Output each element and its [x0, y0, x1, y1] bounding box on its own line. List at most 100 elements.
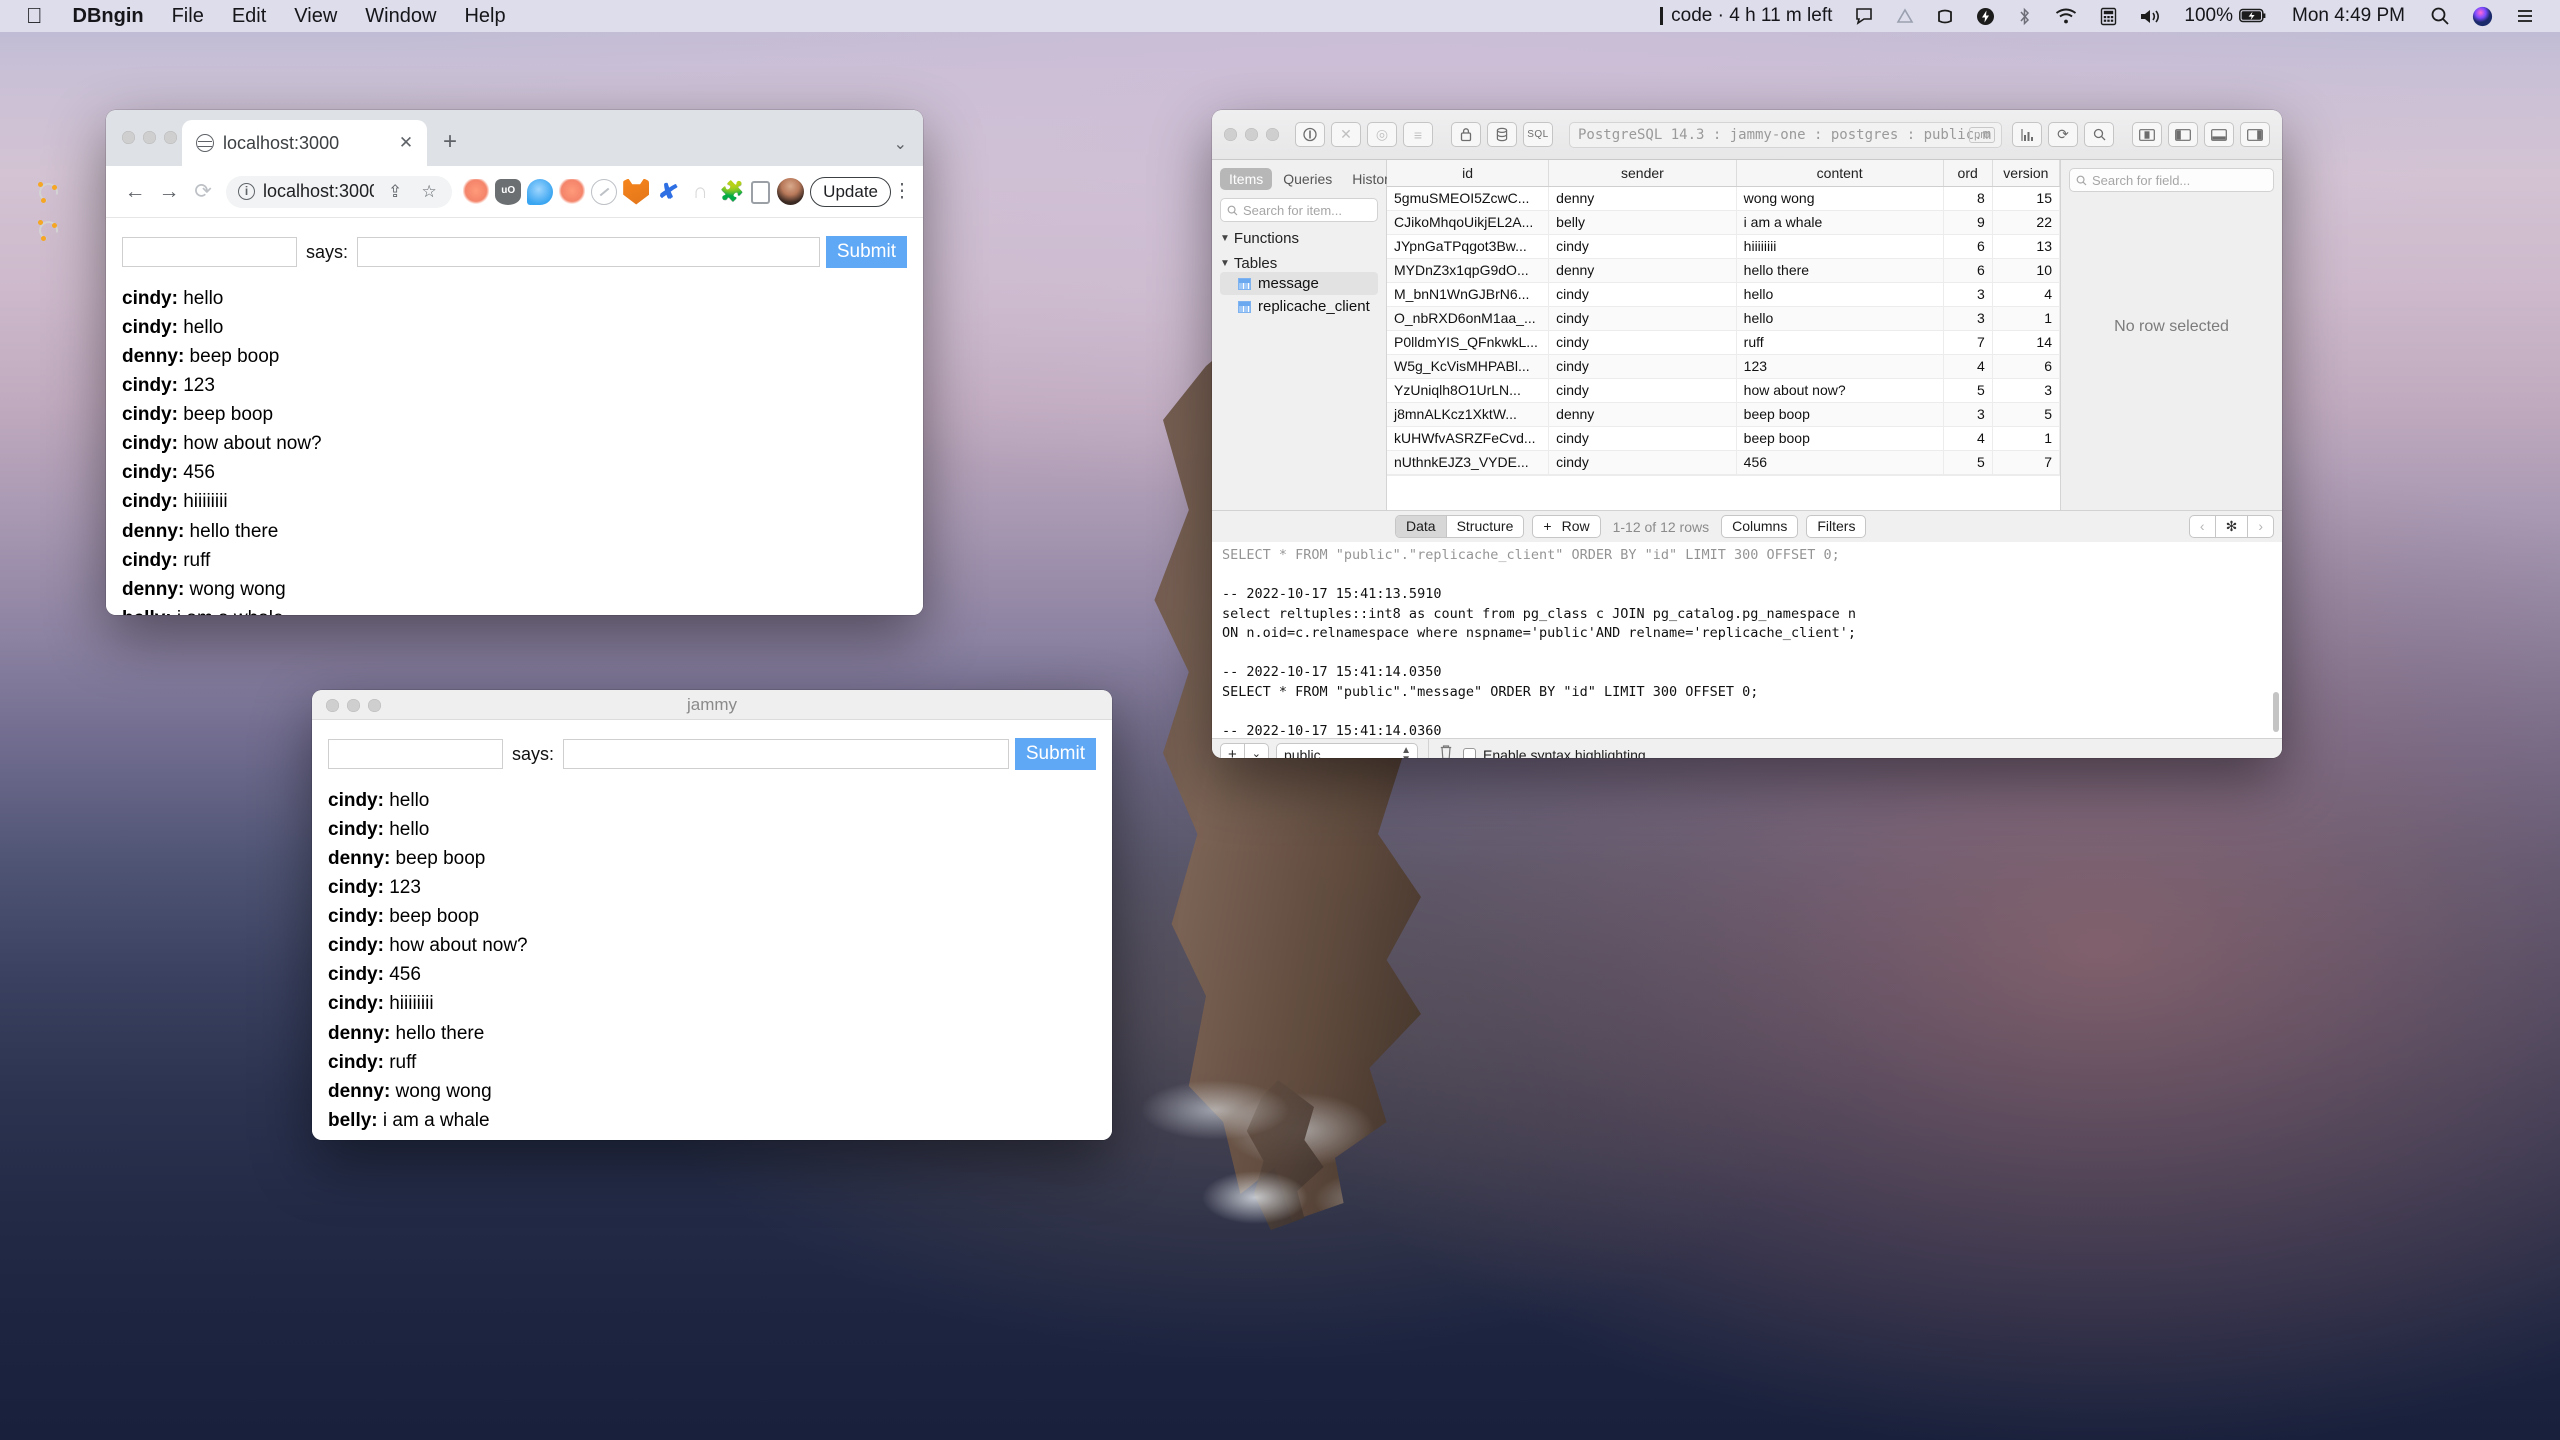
u-letter-icon[interactable]: ∩ — [687, 179, 713, 205]
address-bar[interactable]: i localhost:3000 ⇪ ☆ — [226, 176, 452, 208]
table-cell-content[interactable]: wong wong — [1736, 186, 1943, 210]
menu-item-help[interactable]: Help — [450, 0, 519, 32]
right-panel-icon[interactable] — [2240, 122, 2270, 147]
site-info-icon[interactable]: i — [238, 183, 255, 200]
blue-x-icon[interactable]: ✘ — [652, 176, 684, 208]
add-row-button[interactable]: + Row — [1532, 515, 1600, 538]
column-header-id[interactable]: id — [1387, 160, 1549, 186]
table-cell-content[interactable]: hello there — [1736, 258, 1943, 282]
timer-status[interactable]: code · 4 h 11 m left — [1649, 5, 1843, 27]
table-cell-id[interactable]: j8mnALKcz1XktW... — [1387, 402, 1549, 426]
table-row[interactable]: CJikoMhqoUikjEL2A...bellyi am a whale922 — [1387, 210, 2060, 234]
minimize-window-button[interactable] — [347, 699, 360, 712]
next-page-icon[interactable]: › — [2247, 516, 2273, 537]
table-cell-content[interactable]: hiiiiiiii — [1736, 234, 1943, 258]
table-cell-content[interactable]: beep boop — [1736, 426, 1943, 450]
filters-button[interactable]: Filters — [1806, 515, 1866, 538]
submit-button-browser[interactable]: Submit — [826, 236, 907, 268]
table-cell-ord[interactable]: 8 — [1943, 186, 1992, 210]
table-cell-ord[interactable]: 5 — [1943, 450, 1992, 474]
table-cell-id[interactable]: kUHWfvASRZFeCvd... — [1387, 426, 1549, 450]
table-cell-content[interactable]: i am a whale — [1736, 210, 1943, 234]
menu-clock[interactable]: Mon 4:49 PM — [2278, 5, 2419, 27]
table-cell-ord[interactable]: 4 — [1943, 354, 1992, 378]
table-cell-sender[interactable]: denny — [1549, 402, 1737, 426]
field-search-input[interactable]: Search for field... — [2069, 168, 2274, 192]
sidebar-item-replicache-client[interactable]: replicache_client — [1220, 295, 1378, 318]
maximize-window-button[interactable] — [368, 699, 381, 712]
grid-pager[interactable]: ‹ ✻ › — [2189, 515, 2274, 538]
table-cell-content[interactable]: hello — [1736, 306, 1943, 330]
username-input-jammy[interactable] — [328, 739, 503, 769]
update-button[interactable]: Update — [810, 177, 891, 207]
database-icon[interactable] — [1487, 122, 1517, 147]
table-row[interactable]: YzUniqlh8O1UrLN...cindyhow about now?53 — [1387, 378, 2060, 402]
message-input-browser[interactable] — [357, 237, 820, 267]
sidebar-group-functions[interactable]: ▼ Functions — [1220, 230, 1378, 247]
table-row[interactable]: JYpnGaTPqgot3Bw...cindyhiiiiiiii613 — [1387, 234, 2060, 258]
enable-syntax-highlighting-toggle[interactable]: Enable syntax highlighting — [1463, 747, 1646, 759]
table-cell-ord[interactable]: 4 — [1943, 426, 1992, 450]
table-cell-sender[interactable]: cindy — [1549, 234, 1737, 258]
table-cell-sender[interactable]: cindy — [1549, 450, 1737, 474]
left-panel-icon[interactable] — [2168, 122, 2198, 147]
table-cell-version[interactable]: 14 — [1992, 330, 2059, 354]
maximize-window-button[interactable] — [164, 131, 177, 144]
menu-item-edit[interactable]: Edit — [218, 0, 280, 32]
calculator-icon[interactable] — [2089, 7, 2128, 26]
table-cell-version[interactable]: 5 — [1992, 402, 2059, 426]
tab-queries[interactable]: Queries — [1274, 168, 1341, 190]
chart-icon[interactable] — [2012, 122, 2042, 147]
table-cell-sender[interactable]: cindy — [1549, 306, 1737, 330]
maximize-window-button[interactable] — [1266, 128, 1279, 141]
table-cell-id[interactable]: MYDnZ3x1qpG9dO... — [1387, 258, 1549, 282]
table-cell-id[interactable]: P0lldmYIS_QFnkwkL... — [1387, 330, 1549, 354]
back-button[interactable]: ← — [118, 180, 152, 204]
table-cell-id[interactable]: YzUniqlh8O1UrLN... — [1387, 378, 1549, 402]
siri-icon[interactable] — [2461, 6, 2504, 27]
table-cell-version[interactable]: 3 — [1992, 378, 2059, 402]
columns-button[interactable]: Columns — [1721, 515, 1798, 538]
ublock-shield-icon[interactable]: uO — [495, 179, 521, 205]
sidepanel-icon[interactable] — [751, 181, 770, 204]
table-cell-sender[interactable]: denny — [1549, 258, 1737, 282]
menu-item-file[interactable]: File — [158, 0, 218, 32]
table-cell-version[interactable]: 1 — [1992, 306, 2059, 330]
close-connection-icon[interactable]: ✕ — [1331, 122, 1361, 147]
table-row[interactable]: j8mnALKcz1XktW...dennybeep boop35 — [1387, 402, 2060, 426]
metamask-fox-icon[interactable] — [623, 179, 649, 205]
table-cell-id[interactable]: O_nbRXD6onM1aa_... — [1387, 306, 1549, 330]
table-cell-content[interactable]: 456 — [1736, 450, 1943, 474]
control-center-icon[interactable] — [2504, 6, 2546, 26]
table-cell-ord[interactable]: 3 — [1943, 282, 1992, 306]
profile-avatar[interactable] — [777, 178, 804, 205]
battery-charging-icon[interactable] — [2239, 8, 2278, 24]
table-cell-version[interactable]: 15 — [1992, 186, 2059, 210]
table-cell-id[interactable]: JYpnGaTPqgot3Bw... — [1387, 234, 1549, 258]
structure-tab[interactable]: Structure — [1446, 516, 1524, 537]
share-icon[interactable]: ⇪ — [382, 182, 408, 202]
table-cell-id[interactable]: W5g_KcVisMHPABl... — [1387, 354, 1549, 378]
pencil-circle-icon[interactable] — [591, 179, 617, 205]
bluetooth-icon[interactable] — [2006, 7, 2043, 26]
sidebar-search-input[interactable]: Search for item... — [1220, 198, 1378, 222]
table-cell-version[interactable]: 6 — [1992, 354, 2059, 378]
menu-item-view[interactable]: View — [280, 0, 351, 32]
lock-icon[interactable] — [1451, 122, 1481, 147]
table-cell-ord[interactable]: 6 — [1943, 234, 1992, 258]
table-row[interactable]: W5g_KcVisMHPABl...cindy12346 — [1387, 354, 2060, 378]
add-schema-button[interactable]: + ⌄ — [1220, 743, 1269, 758]
new-tab-button[interactable]: + — [443, 128, 457, 156]
table-row[interactable]: 5gmuSMEOI5ZcwC...dennywong wong815 — [1387, 186, 2060, 210]
table-cell-ord[interactable]: 3 — [1943, 402, 1992, 426]
table-cell-sender[interactable]: cindy — [1549, 378, 1737, 402]
table-cell-version[interactable]: 22 — [1992, 210, 2059, 234]
table-cell-content[interactable]: how about now? — [1736, 378, 1943, 402]
table-row[interactable]: O_nbRXD6onM1aa_...cindyhello31 — [1387, 306, 2060, 330]
table-cell-sender[interactable]: cindy — [1549, 426, 1737, 450]
data-tab[interactable]: Data — [1396, 516, 1446, 537]
reload-button[interactable]: ⟳ — [186, 179, 220, 204]
table-cell-version[interactable]: 7 — [1992, 450, 2059, 474]
table-cell-sender[interactable]: cindy — [1549, 330, 1737, 354]
bottom-panel-icon[interactable] — [2204, 122, 2234, 147]
